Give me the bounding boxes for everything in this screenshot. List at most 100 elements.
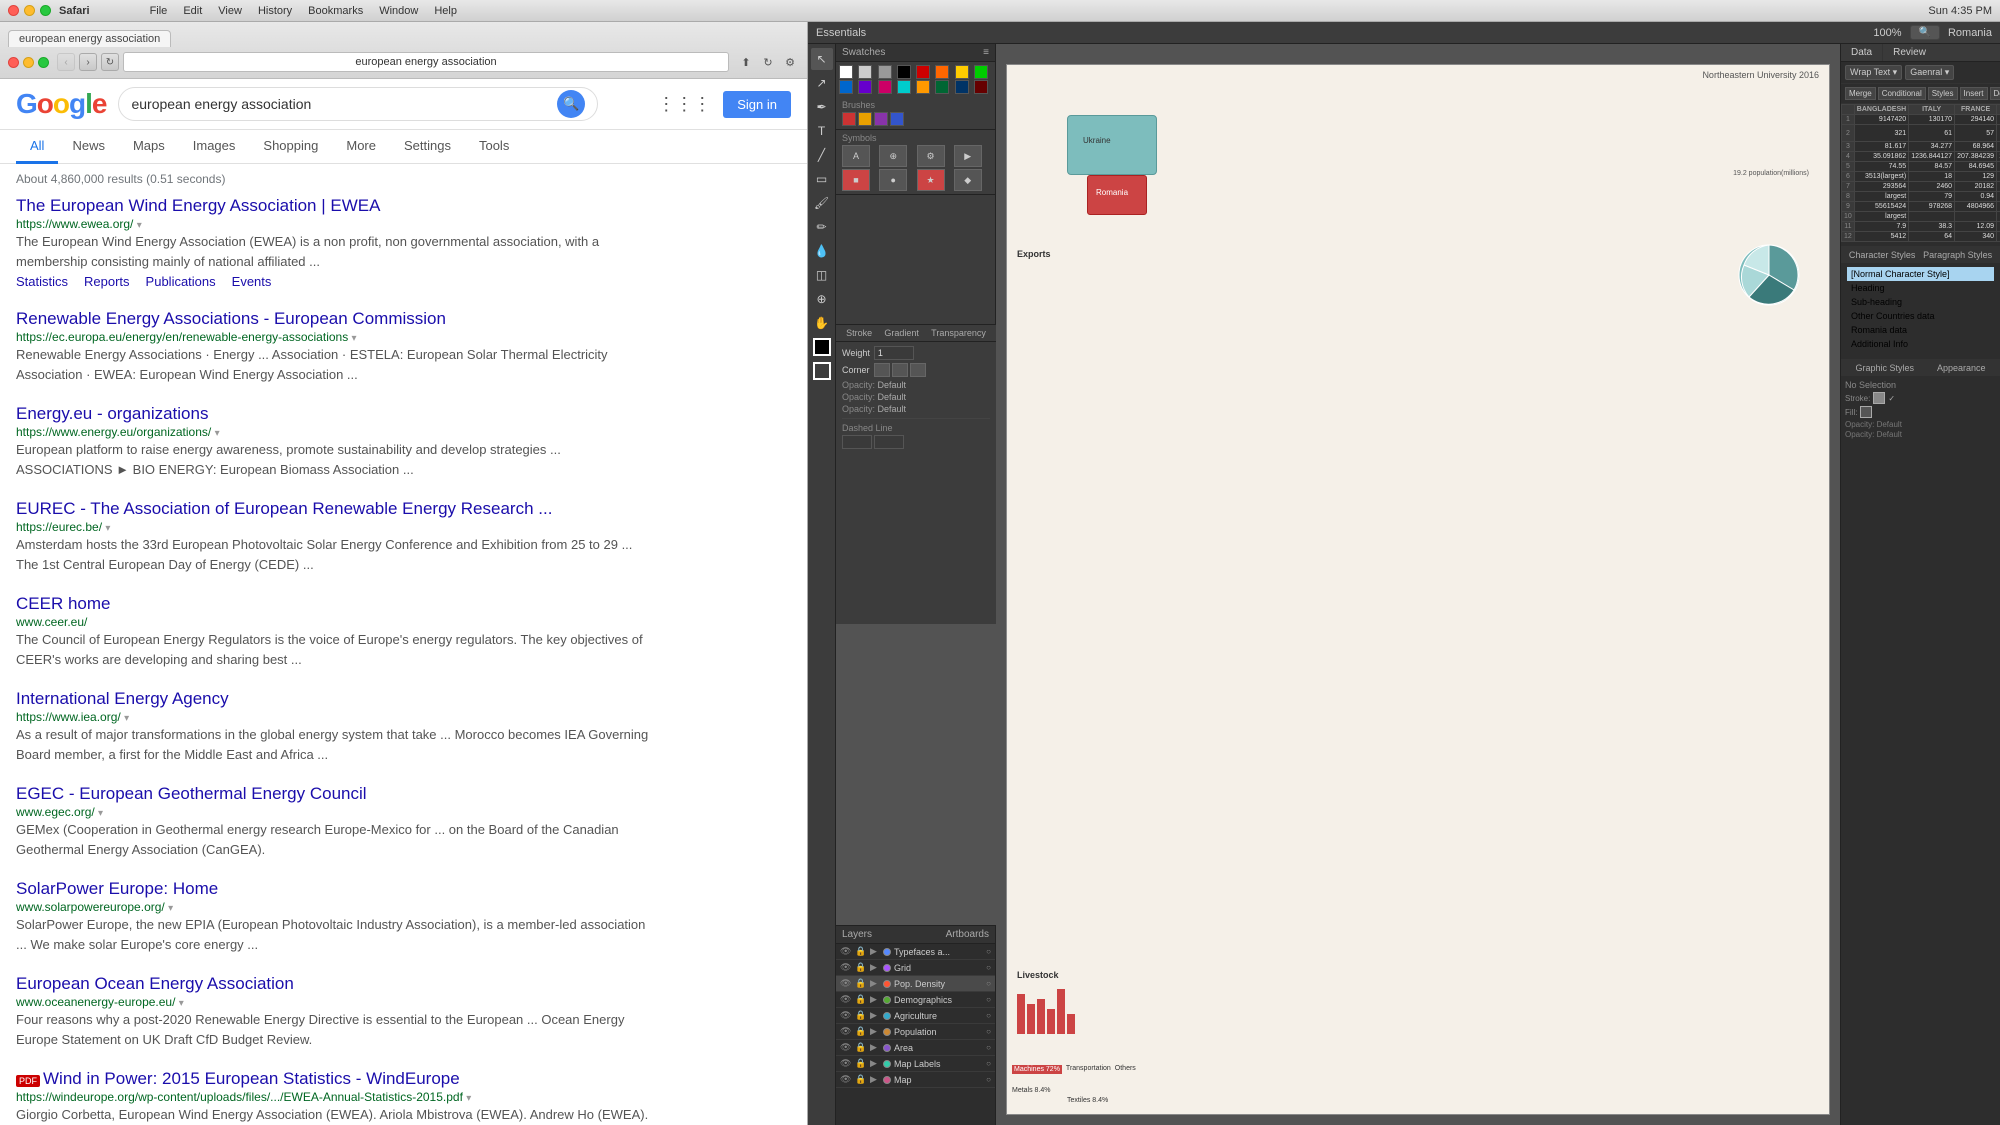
swatch-purple[interactable] [858,80,872,94]
result-link[interactable]: Reports [84,274,130,289]
stroke-color-box[interactable] [1873,392,1885,404]
swatch-blue[interactable] [839,80,853,94]
result-title[interactable]: Wind in Power: 2015 European Statistics … [43,1069,460,1088]
result-title[interactable]: International Energy Agency [16,689,229,708]
data-tab[interactable]: Data [1841,44,1883,61]
result-link[interactable]: Statistics [16,274,68,289]
maximize-button[interactable] [38,57,49,68]
tab-maps[interactable]: Maps [119,130,179,164]
line-tool[interactable]: ╱ [811,144,833,166]
menu-help[interactable]: Help [434,5,457,17]
menu-window[interactable]: Window [379,5,418,17]
menu-file[interactable]: File [150,5,168,17]
swatch-yellow[interactable] [955,65,969,79]
swatch-gray[interactable] [858,65,872,79]
tab-images[interactable]: Images [179,130,250,164]
result-title[interactable]: EUREC - The Association of European Rene… [16,499,552,518]
direct-select-tool[interactable]: ↗ [811,72,833,94]
style-heading[interactable]: Heading [1847,281,1994,295]
symbol-item[interactable]: ⊕ [879,145,907,167]
sign-in-button[interactable]: Sign in [723,91,791,118]
menu-view[interactable]: View [218,5,242,17]
layer-typefaces[interactable]: 👁 🔒 ▶ Typefaces a... ○ [836,944,995,960]
fill-color[interactable] [813,338,831,356]
layer-toggle[interactable]: ○ [986,1011,991,1020]
weight-input[interactable] [874,346,914,360]
gradient-tab[interactable]: Gradient [884,328,919,338]
layer-toggle[interactable]: ○ [986,995,991,1004]
select-tool[interactable]: ↖ [811,48,833,70]
style-romania-data[interactable]: Romania data [1847,323,1994,337]
swatch-cyan[interactable] [897,80,911,94]
brush-amber[interactable] [858,112,872,126]
brush-purple[interactable] [874,112,888,126]
symbol-item[interactable]: ⚙ [917,145,945,167]
style-subheading[interactable]: Sub-heading [1847,295,1994,309]
minimize-button[interactable] [23,57,34,68]
conditional-button[interactable]: Conditional [1878,87,1926,100]
forward-button[interactable]: › [79,53,97,71]
wrap-text-dropdown[interactable]: Wrap Text ▾ [1845,65,1902,80]
general-dropdown[interactable]: Gaenral ▾ [1905,65,1954,80]
essentials-label[interactable]: Essentials [816,27,866,39]
styles-button[interactable]: Styles [1928,87,1958,100]
swatch-pink[interactable] [878,80,892,94]
dash-input-2[interactable] [874,435,904,449]
symbol-item[interactable]: A [842,145,870,167]
result-title[interactable]: EGEC - European Geothermal Energy Counci… [16,784,367,803]
result-title[interactable]: Renewable Energy Associations - European… [16,309,446,328]
dash-input-1[interactable] [842,435,872,449]
corner-miter[interactable] [874,363,890,377]
symbol-item[interactable]: ◆ [954,169,982,191]
layer-toggle[interactable]: ○ [986,1059,991,1068]
back-button[interactable]: ‹ [57,53,75,71]
result-title[interactable]: Energy.eu - organizations [16,404,208,423]
search-button[interactable]: 🔍 [557,90,585,118]
layer-map-labels[interactable]: 👁 🔒 ▶ Map Labels ○ [836,1056,995,1072]
tab-news[interactable]: News [58,130,119,164]
symbol-item[interactable]: ● [879,169,907,191]
swatch-green[interactable] [974,65,988,79]
gradient-tool[interactable]: ◫ [811,264,833,286]
para-styles-tab[interactable]: Paragraph Styles [1923,250,1992,260]
swatch-white[interactable] [839,65,853,79]
swatch-orange[interactable] [935,65,949,79]
delete-button[interactable]: Delete [1990,87,2000,100]
layer-toggle[interactable]: ○ [986,1043,991,1052]
browser-tab[interactable]: european energy association [8,30,171,47]
share-icon[interactable]: ⬆ [737,53,755,71]
char-styles-tab[interactable]: Character Styles [1849,250,1916,260]
transparency-tab[interactable]: Transparency [931,328,986,338]
layer-toggle[interactable]: ○ [986,947,991,956]
result-link[interactable]: Events [232,274,272,289]
layer-grid[interactable]: 👁 🔒 ▶ Grid ○ [836,960,995,976]
fill-color-box[interactable] [1860,406,1872,418]
corner-bevel[interactable] [910,363,926,377]
close-button[interactable] [8,57,19,68]
tab-settings[interactable]: Settings [390,130,465,164]
layer-map[interactable]: 👁 🔒 ▶ Map ○ [836,1072,995,1088]
swatch-amber[interactable] [916,80,930,94]
pen-tool[interactable]: ✒ [811,96,833,118]
search-input[interactable] [131,96,557,112]
settings-icon[interactable]: ⚙ [781,53,799,71]
review-tab[interactable]: Review [1883,44,1936,61]
result-title[interactable]: SolarPower Europe: Home [16,879,218,898]
type-tool[interactable]: T [811,120,833,142]
apps-icon[interactable]: ⋮⋮⋮ [657,94,711,115]
swatch-dgreen[interactable] [935,80,949,94]
swatch-darkred[interactable] [974,80,988,94]
merge-button[interactable]: Merge [1845,87,1876,100]
brush-blue[interactable] [890,112,904,126]
address-bar[interactable]: european energy association [123,52,729,72]
graphic-styles-tab[interactable]: Graphic Styles [1855,363,1914,373]
layer-toggle[interactable]: ○ [986,1075,991,1084]
menu-edit[interactable]: Edit [183,5,202,17]
stroke-color[interactable] [813,362,831,380]
layer-toggle[interactable]: ○ [986,963,991,972]
result-title[interactable]: European Ocean Energy Association [16,974,294,993]
symbol-item[interactable]: ★ [917,169,945,191]
layer-pop-density[interactable]: 👁 🔒 ▶ Pop. Density ○ [836,976,995,992]
reload-button[interactable]: ↻ [101,53,119,71]
search-btn[interactable]: 🔍 [1910,25,1940,40]
